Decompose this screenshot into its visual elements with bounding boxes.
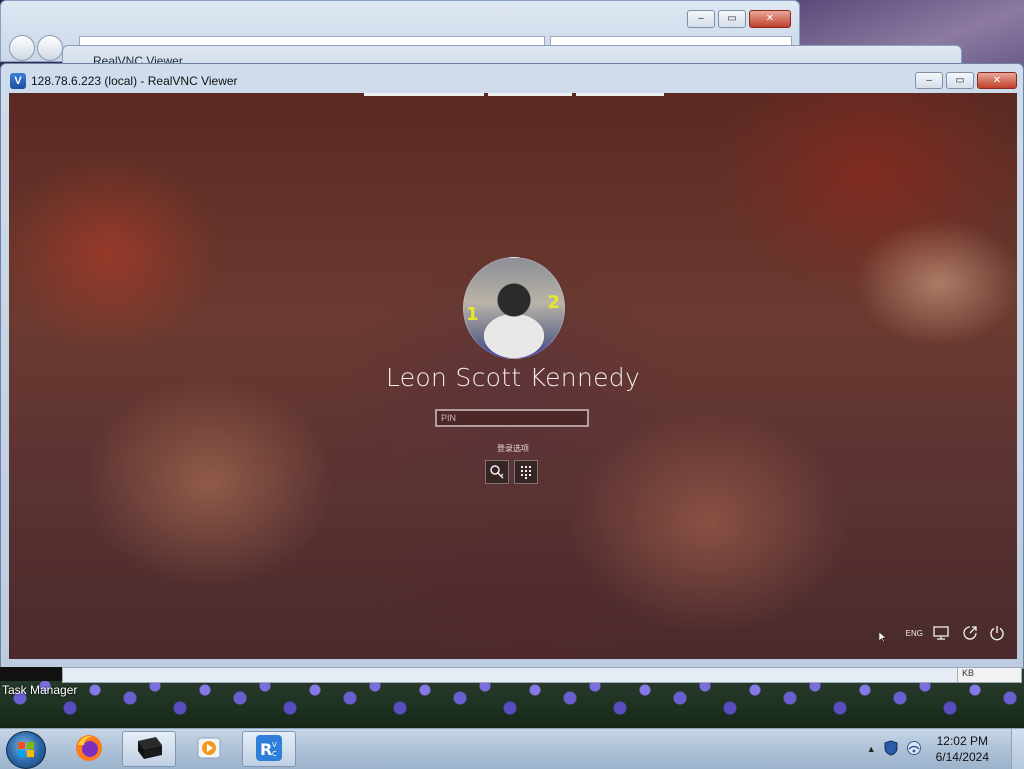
avatar-number: 2 (547, 292, 560, 313)
window-controls: – ▭ ✕ (687, 10, 791, 28)
firefox-icon (74, 733, 104, 766)
nav-buttons (9, 35, 63, 61)
maximize-button[interactable]: ▭ (718, 10, 746, 28)
accessibility-icon[interactable] (961, 625, 979, 641)
avatar-number: 1 (466, 304, 479, 325)
clock[interactable]: 12:02 PM 6/14/2024 (936, 733, 989, 765)
clock-date: 6/14/2024 (935, 750, 989, 764)
language-indicator[interactable]: ENG (906, 629, 923, 638)
forward-button[interactable] (37, 35, 63, 61)
vnc-viewer-window[interactable]: V 128.78.6.223 (local) - RealVNC Viewer … (0, 63, 1024, 669)
remote-desktop-view[interactable]: 1 2 Leon Scott Kennedy 登录选项 ENG (9, 93, 1017, 659)
svg-text:C: C (272, 750, 277, 758)
security-shield-icon[interactable] (884, 739, 898, 759)
close-button[interactable]: ✕ (977, 72, 1017, 89)
terminal-icon (134, 735, 164, 764)
remote-top-bar (364, 93, 664, 96)
signin-options-label[interactable]: 登录选项 (9, 443, 1017, 454)
start-button[interactable] (6, 731, 46, 769)
task-manager-label[interactable]: Task Manager (2, 683, 77, 697)
taskbar-media-player[interactable] (182, 731, 236, 767)
media-player-icon (196, 735, 222, 764)
task-manager-window-edge (0, 667, 62, 681)
network-icon[interactable] (906, 740, 922, 759)
key-icon[interactable] (485, 460, 509, 484)
back-button[interactable] (9, 35, 35, 61)
minimize-button[interactable]: – (687, 10, 715, 28)
user-name: Leon Scott Kennedy (385, 363, 641, 392)
svg-text:V: V (272, 741, 277, 749)
maximize-button[interactable]: ▭ (946, 72, 974, 89)
user-avatar: 1 2 (463, 257, 565, 359)
power-icon[interactable] (989, 625, 1005, 641)
taskbar-realvnc[interactable]: RVC (242, 731, 296, 767)
taskbar: RVC ▲ 12:02 PM 6/14/2024 (0, 728, 1024, 769)
taskbar-terminal[interactable] (122, 731, 176, 767)
network-icon[interactable] (933, 626, 951, 640)
background-window-status-bar: KB (62, 667, 1022, 683)
show-desktop-button[interactable] (1011, 729, 1024, 769)
pin-input[interactable] (435, 409, 589, 427)
system-tray: ▲ 12:02 PM 6/14/2024 (867, 729, 1024, 769)
clock-time: 12:02 PM (936, 734, 988, 748)
window-controls: – ▭ ✕ (915, 72, 1017, 89)
tray-icons: ▲ (867, 739, 922, 759)
minimize-button[interactable]: – (915, 72, 943, 89)
window-title: 128.78.6.223 (local) - RealVNC Viewer (31, 74, 238, 88)
vnc-icon[interactable]: V (10, 73, 26, 89)
keypad-icon[interactable] (514, 460, 538, 484)
svg-text:R: R (260, 740, 272, 759)
title-bar[interactable]: V 128.78.6.223 (local) - RealVNC Viewer … (1, 64, 1023, 92)
close-button[interactable]: ✕ (749, 10, 791, 28)
lock-screen-tray: ENG (906, 625, 1005, 641)
realvnc-icon: RVC (255, 734, 283, 765)
taskbar-firefox[interactable] (62, 731, 116, 767)
mouse-cursor-icon (878, 631, 887, 645)
signin-option-buttons (485, 460, 538, 484)
status-field: KB (957, 668, 1021, 682)
show-hidden-icons-icon[interactable]: ▲ (867, 744, 876, 754)
